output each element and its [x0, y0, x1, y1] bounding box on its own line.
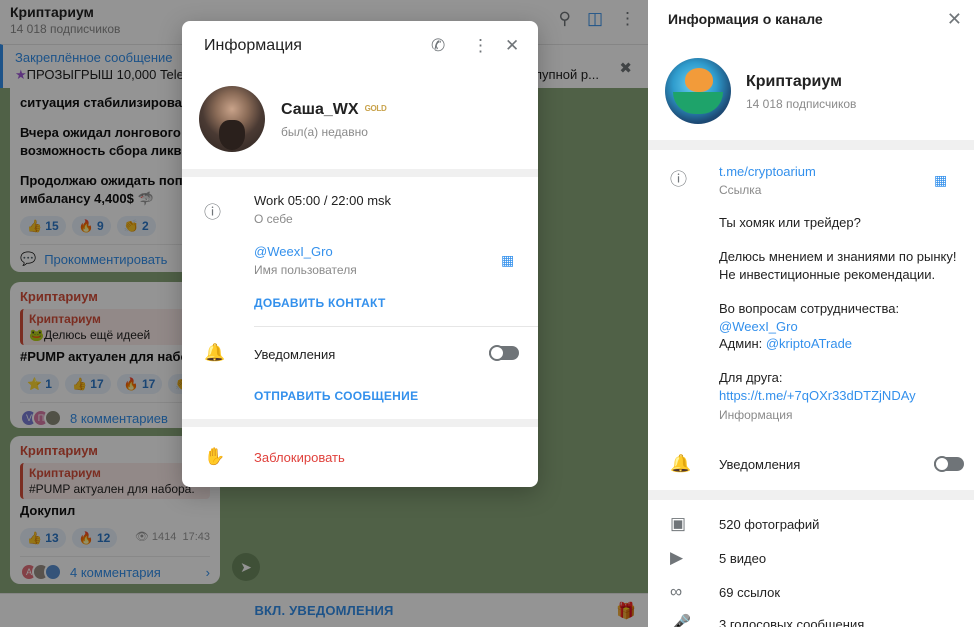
channel-link[interactable]: t.me/cryptoarium: [719, 164, 816, 179]
link-icon: ∞: [670, 582, 683, 601]
channel-name: Криптариум: [746, 73, 842, 90]
info-icon: ⓘ: [670, 170, 687, 189]
close-icon[interactable]: ✕: [947, 9, 962, 30]
qr-code-icon[interactable]: ▦: [934, 172, 947, 189]
panel-title: Информация о канале: [668, 11, 823, 27]
user-name: Саша_WX GOLD: [281, 101, 387, 118]
divider: [182, 169, 538, 177]
block-user-button[interactable]: Заблокировать: [254, 450, 345, 465]
media-photos[interactable]: 520 фотографий: [719, 517, 819, 532]
user-username[interactable]: @WeexI_Gro: [254, 244, 333, 259]
channel-info-panel: Информация о канале ✕ Криптариум 14 018 …: [648, 0, 974, 627]
modal-title: Информация: [204, 37, 302, 54]
more-icon[interactable]: ⋮: [472, 36, 489, 56]
photo-icon: ▣: [670, 514, 687, 533]
channel-subscribers: 14 018 подписчиков: [746, 97, 857, 111]
divider: [182, 419, 538, 427]
media-videos[interactable]: 5 видео: [719, 551, 766, 566]
divider: [648, 140, 974, 150]
notifications-label: Уведомления: [254, 347, 336, 362]
voice-icon: 🎤: [670, 614, 692, 627]
description-link[interactable]: @WeexI_Gro: [719, 319, 798, 334]
add-contact-button[interactable]: ДОБАВИТЬ КОНТАКТ: [254, 296, 386, 310]
send-message-button[interactable]: ОТПРАВИТЬ СООБЩЕНИЕ: [254, 389, 418, 403]
notifications-toggle[interactable]: [489, 345, 519, 361]
media-links[interactable]: 69 ссылок: [719, 585, 780, 600]
info-icon: ⓘ: [204, 203, 221, 222]
bell-icon: 🔔: [670, 454, 692, 473]
user-info-modal: Информация ✆ ⋮ ✕ Саша_WX GOLD был(а) неда…: [182, 21, 538, 487]
notifications-toggle[interactable]: [934, 456, 964, 472]
description-link[interactable]: @kriptoATrade: [766, 336, 852, 351]
phone-icon[interactable]: ✆: [431, 36, 445, 56]
user-bio-label: О себе: [254, 212, 293, 226]
description-link[interactable]: https://t.me/+7qOXr33dDTZjNDAy: [719, 388, 916, 403]
close-icon[interactable]: ✕: [505, 36, 519, 56]
user-bio: Work 05:00 / 22:00 msk: [254, 193, 392, 208]
bell-icon: 🔔: [204, 343, 226, 362]
channel-link-label: Ссылка: [719, 183, 762, 197]
badge-icon: GOLD: [364, 104, 387, 113]
qr-code-icon[interactable]: ▦: [501, 252, 514, 269]
divider: [648, 490, 974, 500]
channel-avatar[interactable]: [665, 58, 731, 124]
user-avatar[interactable]: [199, 86, 265, 152]
notifications-label: Уведомления: [719, 457, 801, 472]
media-voice[interactable]: 3 голосовых сообщения: [719, 617, 864, 627]
user-status: был(а) недавно: [281, 125, 368, 139]
video-icon: ▶: [670, 548, 684, 567]
description-label: Информация: [719, 408, 793, 422]
channel-description: Ты хомяк или трейдер? Делюсь мнением и з…: [719, 215, 957, 403]
hand-stop-icon: ✋: [204, 447, 226, 466]
divider: [254, 326, 538, 327]
user-username-label: Имя пользователя: [254, 263, 357, 277]
